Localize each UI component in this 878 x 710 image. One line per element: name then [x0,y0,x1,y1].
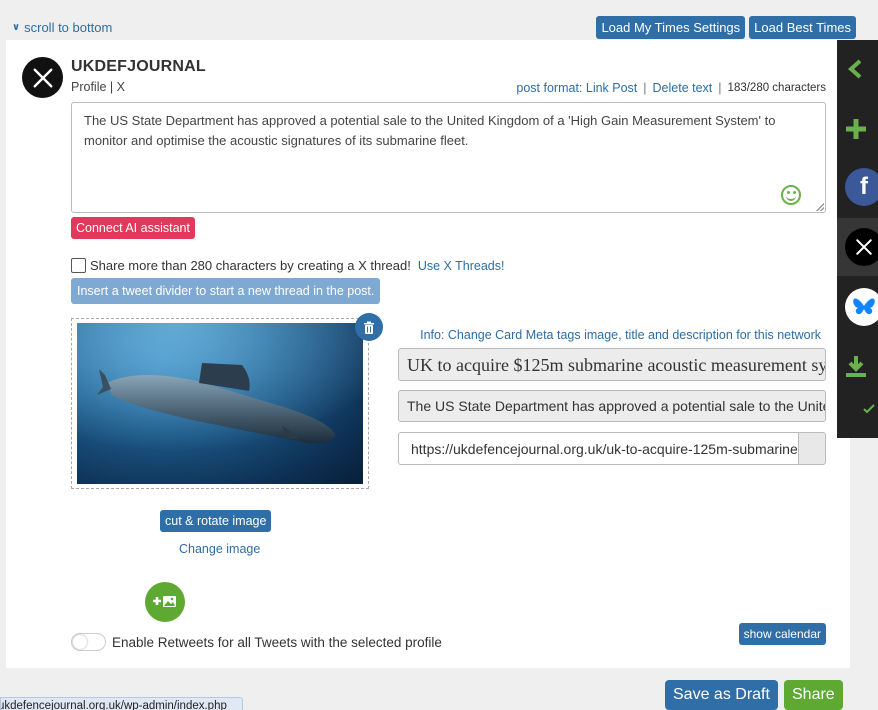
post-card: UKDEFJOURNAL Profile | X post format: Li… [6,40,850,668]
share-button[interactable]: Share [784,680,843,710]
retweet-toggle-row: Enable Retweets for all Tweets with the … [71,633,442,651]
top-buttons: Load My Times Settings Load Best Times [596,16,856,39]
post-meta: post format: Link Post | Delete text | 1… [516,81,826,95]
chevron-down-icon: ∨ [12,22,21,33]
load-best-times-button[interactable]: Load Best Times [749,16,856,39]
profile-separator: | [109,80,114,94]
post-text-input[interactable]: The US State Department has approved a p… [71,102,826,213]
avatar [22,57,63,98]
x-icon [845,228,878,266]
emoji-icon[interactable] [781,185,801,205]
thread-checkbox-label: Share more than 280 characters by creati… [90,258,411,273]
download-icon [846,356,866,377]
bluesky-icon [845,288,878,326]
change-image-link[interactable]: Change image [179,542,260,556]
load-my-times-button[interactable]: Load My Times Settings [596,16,746,39]
save-draft-button[interactable]: Save as Draft [665,680,778,710]
use-threads-link[interactable]: Use X Threads! [418,259,505,273]
card-description-input[interactable]: The US State Department has approved a p… [398,390,826,422]
post-image [77,323,363,484]
resize-handle[interactable] [816,203,824,211]
collapse-sidebar-button[interactable] [837,40,878,98]
url-addon[interactable] [798,432,826,465]
chevron-left-icon [847,59,862,79]
meta-separator: | [718,81,722,95]
retweet-toggle[interactable] [71,633,106,651]
status-bar-url: ukdefencejournal.org.uk/wp-admin/index.p… [0,697,243,710]
profile-name: UKDEFJOURNAL [71,58,206,75]
delete-text-link[interactable]: Delete text [653,81,713,95]
profile-label: Profile [71,80,107,94]
sidebar-item-facebook[interactable]: f [837,158,878,216]
thread-row: Share more than 280 characters by creati… [71,258,504,273]
show-calendar-button[interactable]: show calendar [738,623,826,645]
card-url-input[interactable]: https://ukdefencejournal.org.uk/uk-to-ac… [398,432,798,465]
trash-icon [364,321,374,334]
add-image-icon [153,596,176,607]
check-icon [863,404,875,414]
cut-rotate-button[interactable]: cut & rotate image [160,510,272,532]
facebook-icon: f [845,168,878,206]
add-media-button[interactable] [145,582,185,622]
post-format-link[interactable]: post format: Link Post [516,81,637,95]
sidebar-item-x[interactable] [837,218,878,276]
connect-ai-button[interactable]: Connect AI assistant [71,217,195,239]
insert-divider-button[interactable]: Insert a tweet divider to start a new th… [71,278,381,304]
delete-image-button[interactable] [355,313,383,341]
network-sidebar: f [837,40,878,438]
plus-icon [846,119,866,139]
post-text: The US State Department has approved a p… [84,113,776,148]
add-network-button[interactable] [837,100,878,158]
image-dropzone[interactable] [71,318,369,489]
thread-checkbox[interactable] [71,258,86,273]
retweet-toggle-label: Enable Retweets for all Tweets with the … [112,634,442,650]
card-meta-info-link[interactable]: Info: Change Card Meta tags image, title… [420,328,821,342]
x-logo-icon [33,68,52,87]
meta-separator: | [643,81,647,95]
check-status [837,380,878,438]
char-count: 183/280 characters [727,82,826,94]
sidebar-item-bluesky[interactable] [837,278,878,336]
profile-sub: Profile | X [71,80,125,94]
card-title-input[interactable]: UK to acquire $125m submarine acoustic m… [398,348,826,381]
scroll-to-bottom-label: scroll to bottom [24,20,113,35]
scroll-to-bottom-link[interactable]: ∨ scroll to bottom [12,20,112,35]
submarine-illustration [77,323,363,484]
profile-network: X [116,80,125,94]
